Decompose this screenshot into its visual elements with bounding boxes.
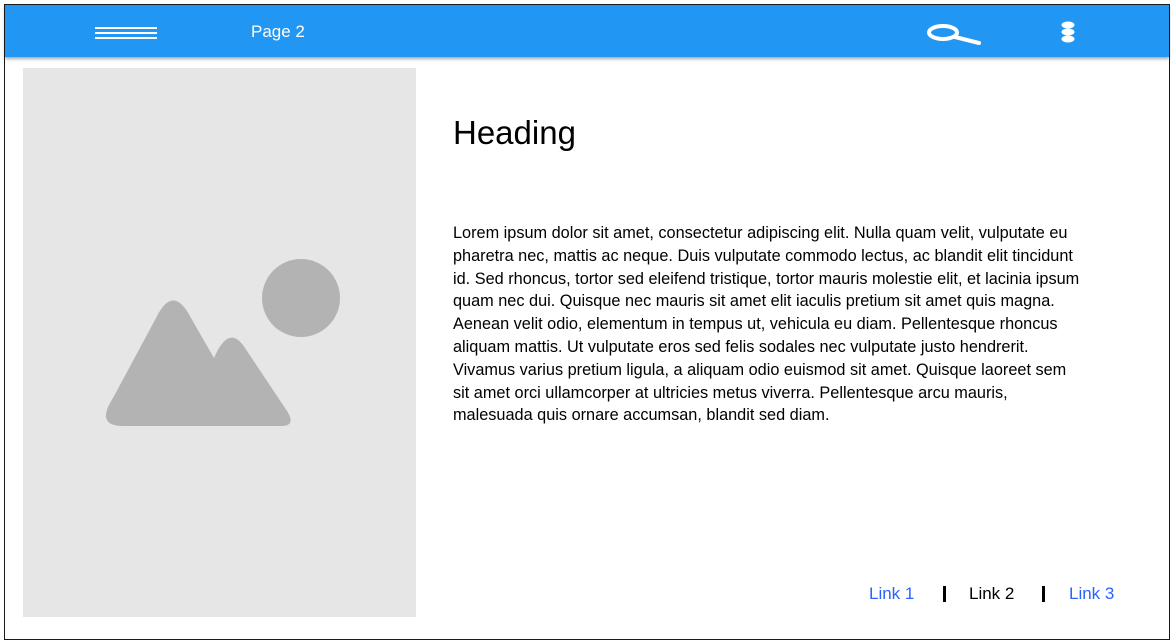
link-separator (1042, 586, 1045, 602)
hamburger-menu-icon[interactable] (95, 24, 157, 42)
body-paragraph: Lorem ipsum dolor sit amet, consectetur … (453, 224, 1080, 425)
search-icon[interactable] (923, 22, 981, 46)
page-title: Page 2 (251, 22, 305, 41)
link-separator (943, 586, 946, 602)
link-1[interactable]: Link 1 (869, 582, 914, 606)
app-window: Page 2 Heading Lorem ipsum dolor sit ame… (4, 4, 1170, 640)
link-3[interactable]: Link 3 (1069, 582, 1114, 606)
app-bar: Page 2 (5, 5, 1169, 57)
more-vertical-icon[interactable] (1059, 20, 1077, 44)
link-2[interactable]: Link 2 (969, 582, 1014, 606)
image-placeholder-icon (105, 259, 340, 426)
image-placeholder (23, 68, 416, 617)
heading: Heading (453, 114, 576, 151)
